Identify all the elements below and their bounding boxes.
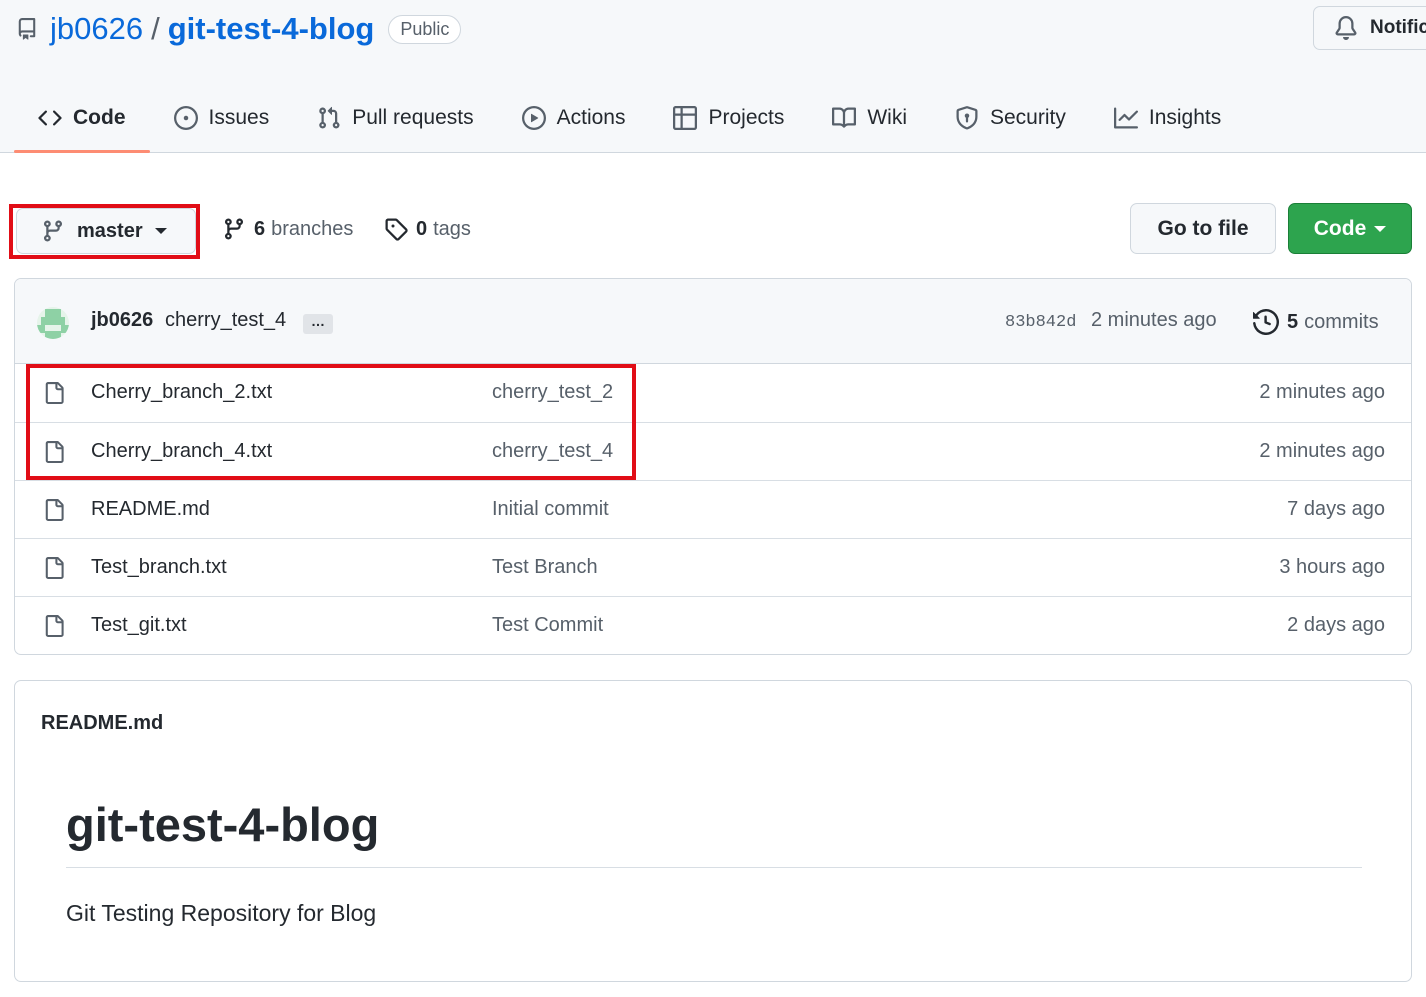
table-row: Test_git.txt Test Commit 2 days ago <box>15 596 1411 654</box>
file-icon <box>45 557 64 579</box>
commit-expand-button[interactable]: … <box>303 314 333 334</box>
table-row: Cherry_branch_4.txt cherry_test_4 2 minu… <box>15 422 1411 480</box>
notifications-button[interactable]: Notific <box>1313 6 1426 50</box>
go-to-file-button[interactable]: Go to file <box>1130 203 1276 254</box>
branches-count: 6 <box>254 217 266 240</box>
repo-header: jb0626 / git-test-4-blog Public Notific … <box>0 0 1426 153</box>
git-branch-icon <box>43 220 62 242</box>
tab-wiki[interactable]: Wiki <box>808 84 931 152</box>
tags-link[interactable]: 0 tags <box>384 212 471 246</box>
file-icon <box>45 441 64 463</box>
file-name-link[interactable]: Test_git.txt <box>91 614 187 637</box>
tab-issues[interactable]: Issues <box>150 84 294 152</box>
file-icon <box>45 615 64 637</box>
tags-label: tags <box>433 217 471 240</box>
tab-code[interactable]: Code <box>14 84 150 153</box>
file-commit-age: 3 hours ago <box>1279 556 1385 578</box>
book-icon <box>832 107 857 128</box>
code-dropdown-button[interactable]: Code <box>1288 203 1412 254</box>
latest-commit-bar: jb0626 cherry_test_4 … 83b842d 2 minutes… <box>15 279 1411 364</box>
table-row: Cherry_branch_2.txt cherry_test_2 2 minu… <box>15 364 1411 422</box>
readme-divider <box>66 867 1362 868</box>
tab-label: Wiki <box>867 106 907 129</box>
commit-author-link[interactable]: jb0626 <box>91 309 153 332</box>
commits-count: 5 <box>1287 310 1299 333</box>
repo-icon <box>18 18 36 40</box>
commit-message-link[interactable]: cherry_test_4 <box>165 309 286 332</box>
path-separator: / <box>151 11 160 46</box>
branches-link[interactable]: 6 branches <box>222 212 353 246</box>
repo-owner-link[interactable]: jb0626 <box>50 11 143 47</box>
code-button-label: Code <box>1313 216 1367 240</box>
tag-icon <box>385 218 408 241</box>
file-commit-message-link[interactable]: Test Commit <box>492 614 603 637</box>
pull-request-icon <box>319 106 340 129</box>
file-commit-message-link[interactable]: cherry_test_4 <box>492 440 613 463</box>
play-circle-icon <box>521 106 546 130</box>
branches-label: branches <box>271 217 354 240</box>
tab-actions[interactable]: Actions <box>498 84 650 152</box>
graph-icon <box>1113 107 1138 129</box>
tags-count: 0 <box>416 217 428 240</box>
tab-pull-requests[interactable]: Pull requests <box>293 84 497 152</box>
commits-link[interactable]: 5 commits <box>1253 307 1379 337</box>
shield-icon <box>956 106 978 130</box>
tab-security[interactable]: Security <box>931 84 1090 152</box>
file-name-link[interactable]: Test_branch.txt <box>91 556 227 579</box>
repo-name-link[interactable]: git-test-4-blog <box>168 11 375 47</box>
caret-down-icon <box>154 228 167 234</box>
branch-name: master <box>77 219 143 242</box>
file-icon <box>45 382 64 404</box>
file-name-link[interactable]: Cherry_branch_2.txt <box>91 381 272 404</box>
file-name-link[interactable]: README.md <box>91 498 210 521</box>
tab-label: Actions <box>556 106 626 129</box>
repo-tabs: Code Issues Pull requests Actions Projec… <box>14 84 1245 153</box>
bell-icon <box>1335 16 1357 40</box>
tab-label: Issues <box>208 106 270 129</box>
readme-panel: README.md git-test-4-blog Git Testing Re… <box>14 680 1412 982</box>
visibility-badge: Public <box>388 14 462 44</box>
commits-label: commits <box>1304 310 1379 333</box>
file-name-link[interactable]: Cherry_branch_4.txt <box>91 440 272 463</box>
branch-select-button[interactable]: master <box>16 208 196 254</box>
readme-filename-link[interactable]: README.md <box>41 712 163 735</box>
file-commit-age: 2 minutes ago <box>1259 440 1385 462</box>
file-list: jb0626 cherry_test_4 … 83b842d 2 minutes… <box>14 278 1412 655</box>
readme-body: Git Testing Repository for Blog <box>66 900 377 926</box>
readme-heading: git-test-4-blog <box>66 798 380 851</box>
notifications-label: Notific <box>1370 17 1426 38</box>
table-row: Test_branch.txt Test Branch 3 hours ago <box>15 538 1411 596</box>
commit-sha-link[interactable]: 83b842d <box>1005 313 1076 332</box>
file-commit-message-link[interactable]: Test Branch <box>492 556 598 579</box>
code-icon <box>38 110 62 126</box>
file-commit-age: 7 days ago <box>1287 498 1385 520</box>
issue-circle-icon <box>173 106 198 130</box>
repo-title: jb0626 / git-test-4-blog Public <box>16 8 462 50</box>
tab-insights[interactable]: Insights <box>1090 84 1245 152</box>
tab-label: Insights <box>1148 106 1222 129</box>
caret-down-icon <box>1374 225 1387 232</box>
table-icon <box>673 106 698 130</box>
file-commit-age: 2 minutes ago <box>1259 381 1385 403</box>
table-row: README.md Initial commit 7 days ago <box>15 480 1411 538</box>
tab-label: Code <box>73 106 126 129</box>
tab-label: Security <box>990 106 1066 129</box>
tab-projects[interactable]: Projects <box>649 84 808 152</box>
commit-time: 2 minutes ago <box>1091 309 1217 331</box>
git-branch-icon <box>224 218 243 240</box>
avatar[interactable] <box>37 307 69 339</box>
file-commit-message-link[interactable]: Initial commit <box>492 498 609 521</box>
tab-label: Pull requests <box>352 106 474 129</box>
tab-label: Projects <box>708 106 785 129</box>
file-commit-age: 2 days ago <box>1287 614 1385 636</box>
history-icon <box>1253 309 1279 335</box>
file-icon <box>45 499 64 521</box>
file-commit-message-link[interactable]: cherry_test_2 <box>492 381 613 404</box>
